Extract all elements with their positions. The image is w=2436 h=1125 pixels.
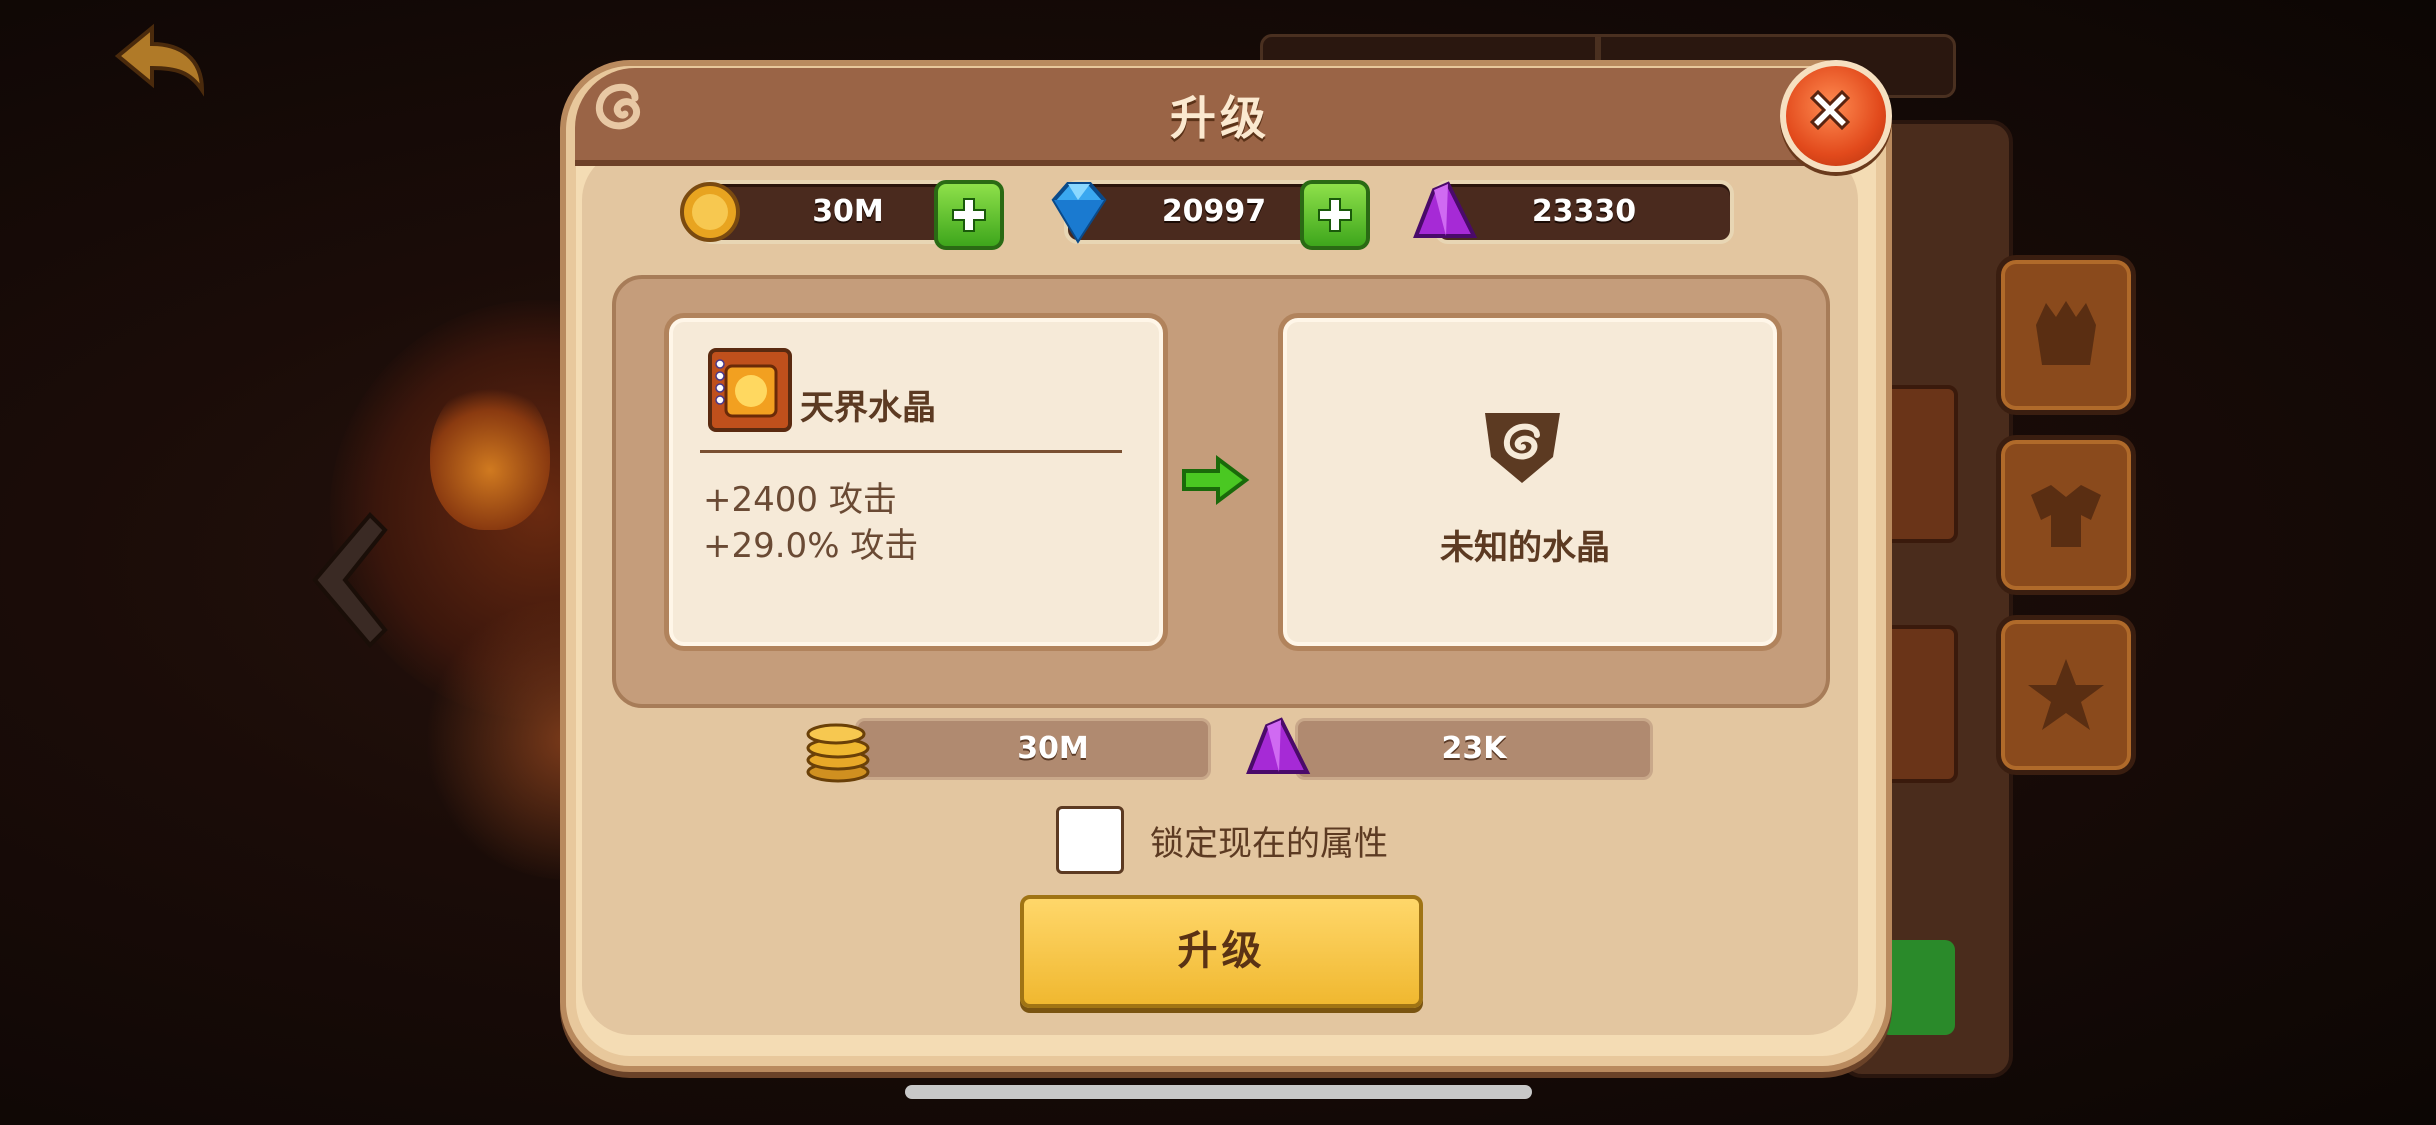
star-tab[interactable] xyxy=(1996,615,2136,775)
gold-coin-icon xyxy=(680,182,740,242)
card-divider xyxy=(700,450,1122,453)
crystal-cost-bar: 23K xyxy=(1295,718,1653,780)
purple-crystal-icon xyxy=(1246,717,1311,774)
unknown-crystal-icon xyxy=(1485,413,1560,483)
swirl-ornament-icon xyxy=(595,83,641,130)
plus-icon xyxy=(1318,198,1352,232)
gold-cost-bar: 30M xyxy=(855,718,1211,780)
gold-coins-stack-icon xyxy=(806,723,870,783)
crystal-cost: 23K xyxy=(1441,731,1507,766)
right-arrow-icon xyxy=(1182,455,1250,505)
current-item-stat: +29.0% 攻击 xyxy=(703,526,919,566)
star-icon xyxy=(2028,659,2104,730)
close-button[interactable] xyxy=(1780,60,1892,172)
crystal-amount: 23330 xyxy=(1531,194,1637,229)
lock-attributes-label: 锁定现在的属性 xyxy=(1150,824,1388,864)
upgrade-button[interactable]: 升级 xyxy=(1020,895,1423,1008)
back-arrow-icon[interactable] xyxy=(110,20,210,100)
previous-chevron-icon[interactable] xyxy=(300,505,390,655)
helmet-icon xyxy=(2036,301,2096,365)
current-item-name: 天界水晶 xyxy=(800,388,936,428)
celestial-crystal-icon xyxy=(708,348,792,432)
close-icon xyxy=(1809,89,1851,131)
armor-tab[interactable] xyxy=(1996,435,2136,595)
blue-gem-icon xyxy=(1051,182,1107,244)
plus-icon xyxy=(952,198,986,232)
gold-cost: 30M xyxy=(1017,731,1089,766)
helmet-tab[interactable] xyxy=(1996,255,2136,415)
upgrade-button-label: 升级 xyxy=(1177,928,1266,974)
lock-attributes-checkbox[interactable] xyxy=(1056,806,1124,874)
crystal-resource-pill: 23330 xyxy=(1434,180,1734,244)
dialog-title: 升级 xyxy=(1170,91,1270,145)
purple-crystal-icon xyxy=(1413,181,1478,238)
result-item-name: 未知的水晶 xyxy=(1440,528,1610,568)
add-gem-button[interactable] xyxy=(1300,180,1370,250)
background-flame xyxy=(430,380,550,530)
current-item-stat: +2400 攻击 xyxy=(703,480,897,520)
add-gold-button[interactable] xyxy=(934,180,1004,250)
armor-icon xyxy=(2031,485,2101,547)
home-indicator[interactable] xyxy=(905,1085,1532,1099)
